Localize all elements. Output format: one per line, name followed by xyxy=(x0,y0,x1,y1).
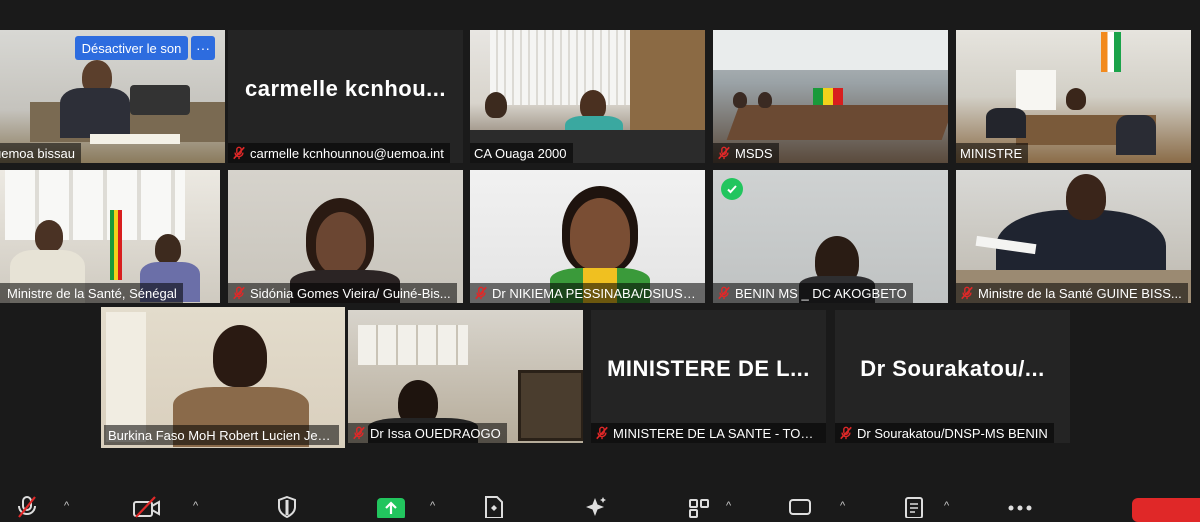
chat-icon[interactable] xyxy=(788,496,812,518)
ai-sparkle-icon[interactable] xyxy=(583,496,607,518)
participant-name-label: MINISTRE xyxy=(956,143,1029,163)
participant-name-label: MSDS xyxy=(713,143,779,163)
video-tile[interactable]: MINISTRE xyxy=(956,30,1191,163)
video-tile[interactable]: BENIN MS _ DC AKOGBETO xyxy=(713,170,948,303)
end-button[interactable] xyxy=(1132,498,1200,522)
video-tile[interactable]: Dr Issa OUEDRAOGO xyxy=(348,310,583,443)
participant-name-label: Dr NIKIEMA PESSINABA/DSIUSR... xyxy=(470,283,705,303)
participant-name-label: Sidónia Gomes Vieira/ Guiné-Bis... xyxy=(228,283,457,303)
video-tile[interactable]: Dr Sourakatou/... Dr Sourakatou/DNSP-MS … xyxy=(835,310,1070,443)
mic-muted-icon xyxy=(717,286,731,300)
mic-muted-icon xyxy=(839,426,853,440)
more-icon[interactable] xyxy=(1007,496,1033,518)
participant-name-label: Ministre de la Santé GUINE BISS... xyxy=(956,283,1188,303)
security-icon[interactable] xyxy=(277,496,297,518)
video-tile[interactable]: CA Ouaga 2000 xyxy=(470,30,705,163)
video-tile[interactable]: MINISTERE DE L... MINISTERE DE LA SANTE … xyxy=(591,310,826,443)
video-tile[interactable]: Ministre de la Santé GUINE BISS... xyxy=(956,170,1191,303)
mic-muted-icon xyxy=(232,146,246,160)
chevron-up-icon[interactable]: ^ xyxy=(726,500,731,512)
mic-muted-icon xyxy=(960,286,974,300)
more-options-button[interactable]: ··· xyxy=(191,36,215,60)
chevron-up-icon[interactable]: ^ xyxy=(64,500,69,512)
mic-muted-icon xyxy=(717,146,731,160)
chevron-up-icon[interactable]: ^ xyxy=(944,500,949,512)
mic-muted-icon xyxy=(474,286,488,300)
chevron-up-icon[interactable]: ^ xyxy=(193,500,198,512)
share-screen-icon[interactable] xyxy=(377,496,405,518)
participant-name-label: uemoa bissau xyxy=(0,143,81,163)
participant-name-label: CA Ouaga 2000 xyxy=(470,143,573,163)
chevron-up-icon[interactable]: ^ xyxy=(430,500,435,512)
verified-icon xyxy=(721,178,743,200)
participant-display-name: carmelle kcnhou... xyxy=(245,76,446,101)
participant-display-name: MINISTERE DE L... xyxy=(607,356,810,381)
participant-name-label: Dr Issa OUEDRAOGO xyxy=(348,423,507,443)
participant-display-name: Dr Sourakatou/... xyxy=(860,356,1045,381)
unmute-button[interactable]: Désactiver le son xyxy=(75,36,188,60)
video-tile[interactable]: Sidónia Gomes Vieira/ Guiné-Bis... xyxy=(228,170,463,303)
participant-name-label: Ministre de la Santé, Sénégal xyxy=(0,283,183,303)
document-icon[interactable] xyxy=(484,496,504,518)
notes-icon[interactable] xyxy=(904,496,924,518)
participant-name-label: Dr Sourakatou/DNSP-MS BENIN xyxy=(835,423,1054,443)
chevron-up-icon[interactable]: ^ xyxy=(840,500,845,512)
video-tile[interactable]: Dr NIKIEMA PESSINABA/DSIUSR... xyxy=(470,170,705,303)
video-tile[interactable]: carmelle kcnhou... carmelle kcnhounnou@u… xyxy=(228,30,463,163)
mic-muted-icon xyxy=(352,426,366,440)
camera-off-icon[interactable] xyxy=(133,496,161,518)
participant-name-label: BENIN MS _ DC AKOGBETO xyxy=(713,283,913,303)
mic-muted-icon xyxy=(595,426,609,440)
mic-muted-icon[interactable] xyxy=(16,496,38,518)
participant-name-label: Burkina Faso MoH Robert Lucien Jea... xyxy=(104,425,339,445)
video-tile[interactable]: MSDS xyxy=(713,30,948,163)
video-tile-active-speaker[interactable]: Burkina Faso MoH Robert Lucien Jea... xyxy=(101,307,345,448)
participant-name-label: MINISTERE DE LA SANTE - TOGO xyxy=(591,423,826,443)
participant-name-label: carmelle kcnhounnou@uemoa.int xyxy=(228,143,450,163)
meeting-toolbar: ^ ^ ^ ^ ^ ^ xyxy=(0,492,1200,522)
apps-icon[interactable] xyxy=(688,496,710,518)
video-tile[interactable]: Ministre de la Santé, Sénégal xyxy=(0,170,220,303)
mic-muted-icon xyxy=(232,286,246,300)
